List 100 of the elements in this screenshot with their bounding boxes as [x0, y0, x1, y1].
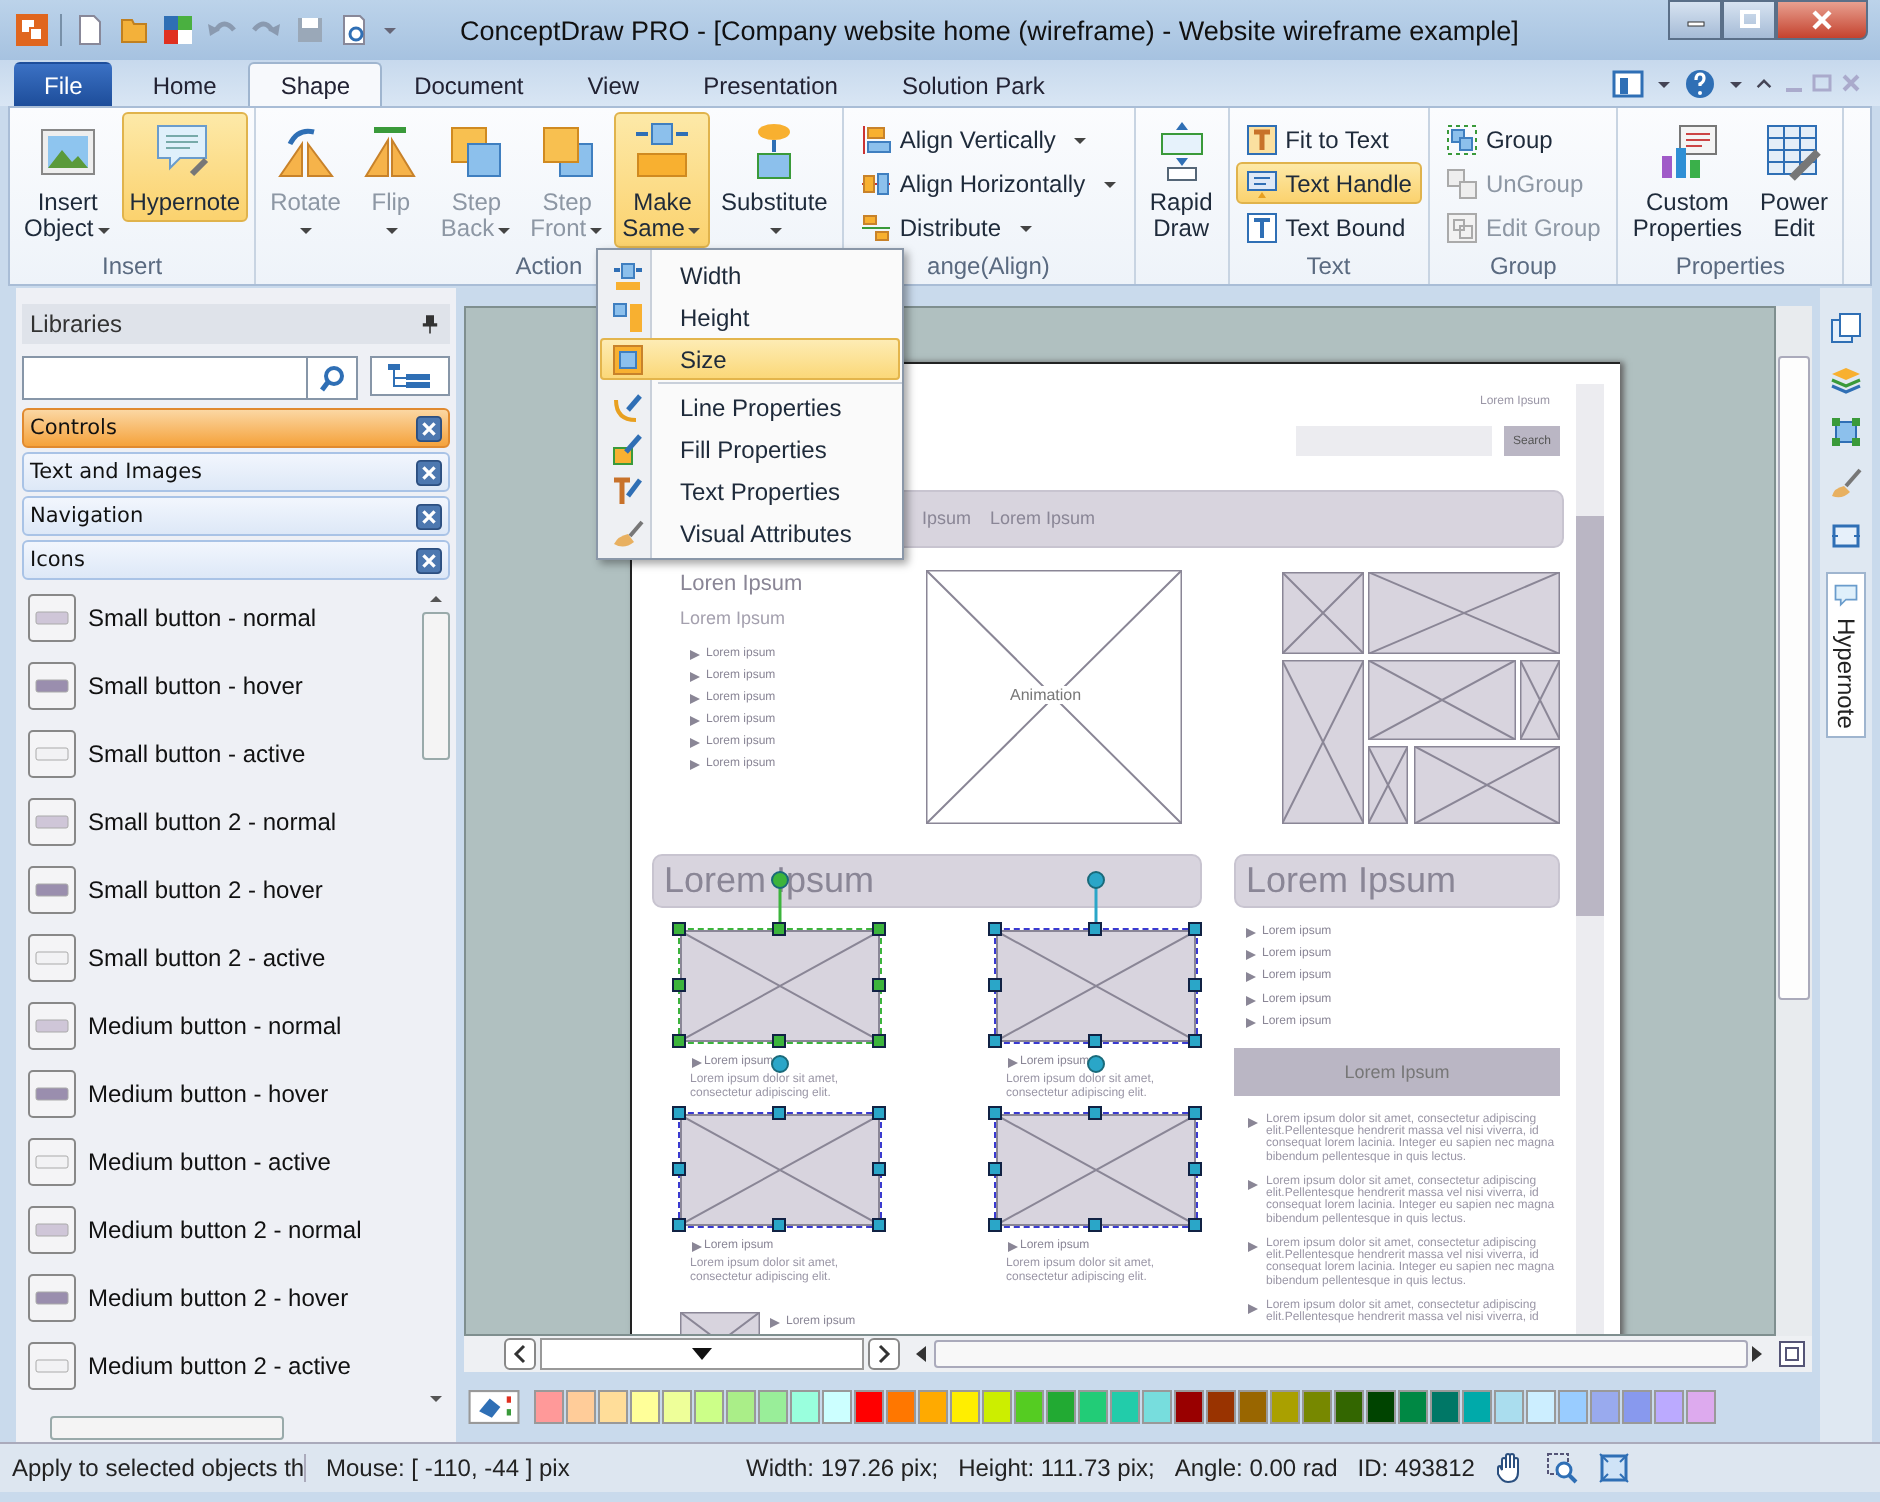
selection-handle[interactable]	[772, 1218, 786, 1232]
library-item[interactable]: Medium button 2 - normal	[22, 1196, 422, 1264]
menu-item[interactable]: Text Properties	[600, 470, 900, 512]
color-swatch[interactable]	[1078, 1389, 1108, 1423]
new-document-icon[interactable]	[74, 14, 106, 46]
scrollbar[interactable]	[916, 1338, 1762, 1370]
selection-handle[interactable]	[672, 1218, 686, 1232]
selection-handle[interactable]	[1188, 1218, 1202, 1232]
color-swatch[interactable]	[1558, 1389, 1588, 1423]
caret-icon[interactable]	[1728, 76, 1744, 92]
selection-handle[interactable]	[988, 922, 1002, 936]
selection-handle[interactable]	[988, 1106, 1002, 1120]
file-menu-button[interactable]: File	[14, 62, 113, 106]
scroll-left-icon[interactable]	[916, 1346, 928, 1362]
search-icon[interactable]	[318, 364, 346, 392]
menu-item[interactable]: Line Properties	[600, 386, 900, 428]
menu-item[interactable]: Size	[600, 338, 900, 380]
menu-item[interactable]: Visual Attributes	[600, 512, 900, 554]
selection-handle[interactable]	[1088, 1034, 1102, 1048]
color-swatch[interactable]	[1462, 1389, 1492, 1423]
color-swatch[interactable]	[1334, 1389, 1364, 1423]
ribbon-button[interactable]: Align Vertically	[849, 118, 1128, 160]
ribbon-tab[interactable]: View	[555, 62, 672, 106]
color-swatch[interactable]	[726, 1389, 756, 1423]
pages-icon[interactable]	[1830, 312, 1862, 344]
selection-handle[interactable]	[988, 1218, 1002, 1232]
close-icon[interactable]	[416, 503, 442, 529]
maximize-button[interactable]	[1722, 0, 1776, 40]
color-swatch[interactable]	[1014, 1389, 1044, 1423]
color-swatch[interactable]	[1686, 1389, 1716, 1423]
selection-handle[interactable]	[672, 978, 686, 992]
layers-icon[interactable]	[1830, 364, 1862, 396]
ribbon-button[interactable]: Align Horizontally	[849, 162, 1128, 204]
color-swatch[interactable]	[886, 1389, 916, 1423]
library-item[interactable]: Medium button - hover	[22, 1060, 422, 1128]
ribbon-button[interactable]: Text Handle	[1235, 162, 1422, 204]
library-category[interactable]: Navigation	[22, 496, 450, 536]
library-item[interactable]: Medium button - active	[22, 1128, 422, 1196]
color-swatch[interactable]	[534, 1389, 564, 1423]
zoom-icon[interactable]	[1546, 1452, 1579, 1484]
ribbon-button[interactable]: Make Same	[614, 112, 711, 248]
caret-icon[interactable]	[382, 22, 398, 38]
selection-handle[interactable]	[872, 1106, 886, 1120]
search-field[interactable]	[22, 356, 358, 400]
color-swatch[interactable]	[566, 1389, 596, 1423]
library-item[interactable]: Medium button - normal	[22, 992, 422, 1060]
color-swatch[interactable]	[854, 1389, 884, 1423]
next-page-button[interactable]	[868, 1338, 900, 1370]
tree-view-button[interactable]	[370, 356, 450, 396]
selection-handle[interactable]	[1088, 922, 1102, 936]
ribbon-button[interactable]: Fit to Text	[1235, 118, 1422, 160]
color-swatch[interactable]	[950, 1389, 980, 1423]
library-item[interactable]: Small button 2 - active	[22, 924, 422, 992]
color-swatch[interactable]	[1206, 1389, 1236, 1423]
fit-page-icon[interactable]	[1598, 1452, 1631, 1484]
color-swatch[interactable]	[662, 1389, 692, 1423]
previous-page-button[interactable]	[504, 1338, 536, 1370]
selection-handle[interactable]	[872, 1218, 886, 1232]
color-swatch[interactable]	[1110, 1389, 1140, 1423]
rotation-handle[interactable]	[770, 1054, 790, 1074]
help-icon[interactable]	[1684, 68, 1716, 100]
selection-handle[interactable]	[872, 1162, 886, 1176]
selection-handle[interactable]	[872, 922, 886, 936]
collapse-ribbon-icon[interactable]	[1756, 76, 1772, 92]
color-swatch[interactable]	[1526, 1389, 1556, 1423]
scrollbar-thumb[interactable]	[1778, 356, 1810, 1000]
color-swatch[interactable]	[1238, 1389, 1268, 1423]
scroll-down-icon[interactable]	[428, 1394, 444, 1406]
color-swatch[interactable]	[918, 1389, 948, 1423]
ribbon-button[interactable]: Insert Object	[16, 112, 120, 248]
close-icon[interactable]	[416, 547, 442, 573]
menu-item[interactable]: Fill Properties	[600, 428, 900, 470]
selection-handle[interactable]	[672, 1034, 686, 1048]
color-swatch[interactable]	[982, 1389, 1012, 1423]
paint-bucket-icon[interactable]	[468, 1389, 520, 1423]
ribbon-button[interactable]: Rapid Draw	[1141, 112, 1222, 248]
print-preview-icon[interactable]	[338, 14, 370, 46]
minimize-button[interactable]	[1668, 0, 1722, 40]
scrollbar-thumb[interactable]	[50, 1416, 284, 1440]
library-item[interactable]: Small button - normal	[22, 584, 422, 652]
color-swatch[interactable]	[1302, 1389, 1332, 1423]
selection-handle[interactable]	[1088, 1218, 1102, 1232]
window-layout-icon[interactable]	[1612, 68, 1644, 100]
fit-page-icon[interactable]	[1778, 1340, 1806, 1368]
close-icon[interactable]	[416, 459, 442, 485]
color-swatch[interactable]	[790, 1389, 820, 1423]
library-item[interactable]: Small button - active	[22, 720, 422, 788]
selection-handle[interactable]	[1188, 1034, 1202, 1048]
rotation-handle[interactable]	[1086, 870, 1106, 922]
selection-handle[interactable]	[772, 1106, 786, 1120]
frame-icon[interactable]	[1830, 520, 1862, 552]
menu-item[interactable]: Height	[600, 296, 900, 338]
color-grid-icon[interactable]	[162, 14, 194, 46]
color-swatch[interactable]	[598, 1389, 628, 1423]
brush-icon[interactable]	[1830, 468, 1862, 500]
ribbon-tab[interactable]: Shape	[248, 62, 383, 106]
ribbon-button[interactable]: Custom Properties	[1624, 112, 1751, 248]
library-item[interactable]: Medium button 2 - active	[22, 1332, 422, 1400]
close-icon[interactable]	[416, 415, 442, 441]
ribbon-button[interactable]: Hypernote	[121, 112, 249, 222]
